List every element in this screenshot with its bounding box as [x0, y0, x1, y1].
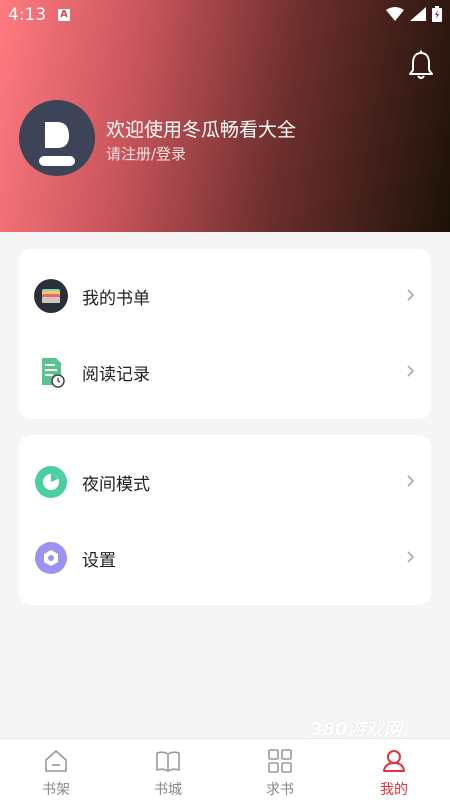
status-icons	[386, 6, 442, 22]
tab-label: 书城	[154, 782, 182, 798]
notification-bell-icon[interactable]	[408, 50, 434, 80]
tab-request-book[interactable]: 求书	[224, 739, 336, 800]
profile-header: 4:13 A 欢迎使用冬瓜畅看大全 请注册/登录	[0, 0, 450, 232]
booklist-icon	[34, 279, 68, 313]
bookshelf-icon	[45, 750, 67, 772]
chevron-right-icon	[407, 365, 415, 377]
tab-label: 求书	[266, 782, 294, 798]
status-bar: 4:13 A	[0, 0, 450, 30]
menu-item-label: 我的书单	[82, 289, 150, 309]
avatar[interactable]	[19, 100, 95, 176]
chevron-right-icon	[407, 475, 415, 487]
tab-bookstore[interactable]: 书城	[112, 739, 224, 800]
wifi-icon	[386, 7, 404, 21]
menu-item-reading-history[interactable]: 阅读记录	[19, 342, 431, 402]
menu-card-settings: 夜间模式 设置	[19, 435, 431, 605]
tab-label: 书架	[42, 782, 70, 798]
chevron-right-icon	[407, 551, 415, 563]
notification-badge: A	[58, 9, 70, 21]
menu-item-label: 阅读记录	[82, 365, 150, 385]
menu-item-label: 夜间模式	[82, 475, 150, 495]
profile-icon	[383, 750, 405, 772]
bottom-tab-bar: 书架 书城 求书 我的	[0, 738, 450, 800]
menu-item-booklist[interactable]: 我的书单	[19, 266, 431, 326]
tab-label: 我的	[380, 782, 408, 798]
request-book-icon	[268, 749, 292, 773]
register-login-link[interactable]: 请注册/登录	[106, 143, 186, 164]
reading-history-icon	[42, 358, 65, 388]
night-mode-icon	[35, 466, 67, 498]
tab-profile[interactable]: 我的	[338, 739, 450, 800]
menu-item-settings[interactable]: 设置	[19, 528, 431, 588]
menu-item-night-mode[interactable]: 夜间模式	[19, 452, 431, 512]
battery-icon	[432, 6, 442, 22]
bookstore-icon	[156, 751, 180, 772]
welcome-text: 欢迎使用冬瓜畅看大全	[106, 119, 297, 141]
settings-icon	[35, 542, 67, 574]
status-time: 4:13	[8, 5, 47, 25]
chevron-right-icon	[407, 289, 415, 301]
menu-item-label: 设置	[82, 551, 116, 571]
tab-bookshelf[interactable]: 书架	[0, 739, 112, 800]
default-avatar-icon	[39, 122, 75, 166]
menu-card-library: 我的书单 阅读记录	[19, 249, 431, 419]
signal-icon	[410, 7, 426, 21]
